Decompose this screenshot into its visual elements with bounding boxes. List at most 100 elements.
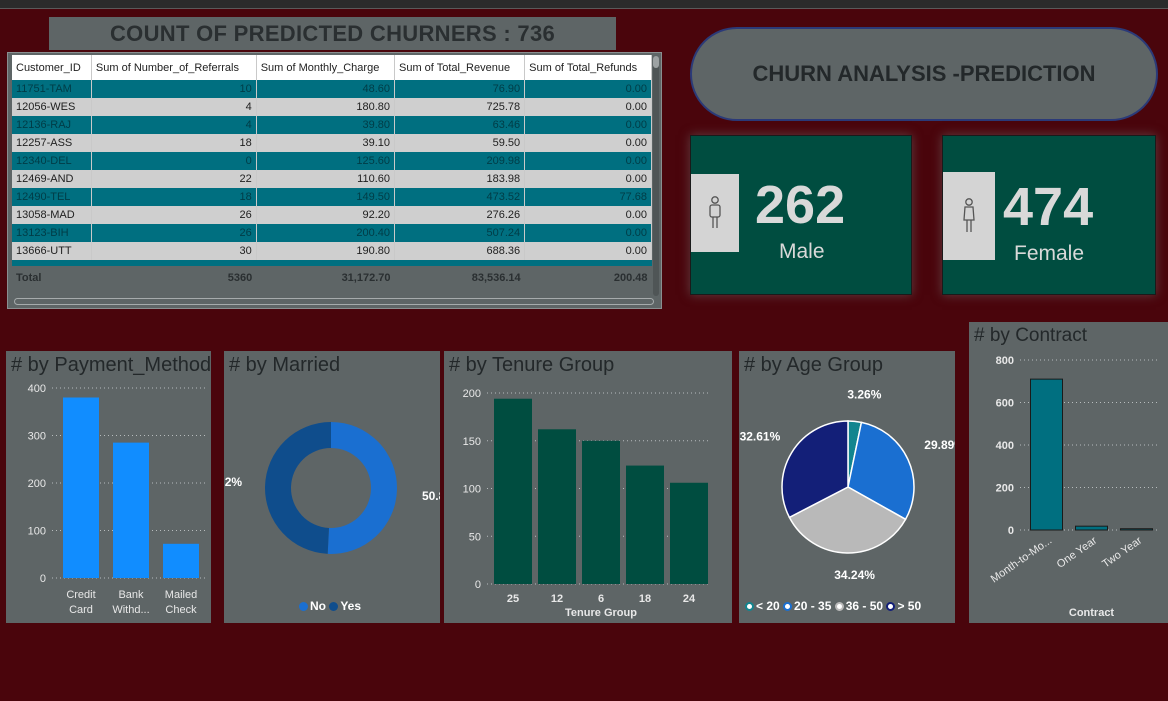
x-tick-label: Withd... (112, 604, 149, 616)
legend-item-under-20[interactable]: < 20 (745, 599, 780, 613)
legend-label: < 20 (756, 599, 780, 613)
table-cell: 26 (91, 206, 257, 224)
window-top-bar (0, 0, 1168, 8)
table-cell: 76.90 (394, 80, 526, 98)
window-top-line (0, 8, 1168, 9)
table-vertical-scrollbar[interactable] (653, 56, 659, 296)
y-tick-label: 200 (996, 483, 1014, 495)
slice-label: 3.26% (847, 387, 881, 401)
table-cell: 10 (91, 80, 257, 98)
table-row[interactable]: 12490-TEL 18 149.50 473.52 77.68 (12, 188, 652, 206)
table-cell: 12340-DEL (12, 152, 92, 170)
table-row[interactable]: 12340-DEL 0 125.60 209.98 0.00 (12, 152, 652, 170)
x-tick-label: Card (69, 604, 93, 616)
table-cell: 180.80 (256, 98, 396, 116)
column-header[interactable]: Sum of Monthly_Charge (256, 55, 396, 80)
payment-method-chart: 0 100 200 300 400 Credit Card Bank Withd... Maile… (28, 383, 206, 616)
legend-label-no: No (310, 599, 326, 613)
slice-label: 50.8% (422, 489, 440, 503)
married-donut-chart: 50.8% 49.2% (224, 422, 440, 554)
column-header[interactable]: Sum of Number_of_Referrals (91, 55, 257, 80)
legend-item-over-50[interactable]: > 50 (886, 599, 921, 613)
legend-dot-no (299, 602, 308, 611)
table-cell: 125.60 (256, 152, 396, 170)
tenure-group-card[interactable]: # by Tenure Group 0 50 100 150 200 25 12 6 18 24 T… (444, 351, 732, 623)
table-cell: 0.00 (524, 80, 652, 98)
slice-label: 49.2% (224, 475, 242, 489)
y-tick-label: 200 (463, 388, 481, 400)
female-kpi-card[interactable]: 474 Female (942, 135, 1156, 295)
x-tick-label: Bank (118, 589, 144, 601)
table-cell: 110.60 (256, 170, 396, 188)
slice-label: 32.61% (740, 429, 781, 443)
table-cell: 26 (91, 224, 257, 242)
table-cell: 473.52 (394, 188, 526, 206)
y-tick-label: 800 (996, 355, 1014, 367)
table-row[interactable]: 11751-TAM 10 48.60 76.90 0.00 (12, 80, 652, 98)
table-cell: 209.98 (394, 152, 526, 170)
column-header[interactable]: Customer_ID (12, 55, 92, 80)
table-cell: 12136-RAJ (12, 116, 92, 134)
column-header[interactable]: Sum of Total_Refunds (524, 55, 652, 80)
table-row[interactable]: 13123-BIH 26 200.40 507.24 0.00 (12, 224, 652, 242)
table-cell: 13058-MAD (12, 206, 92, 224)
total-cell: 5360 (91, 266, 257, 290)
scroll-thumb[interactable] (653, 56, 659, 68)
legend-item-36-50[interactable]: 36 - 50 (834, 599, 884, 613)
table-cell: 12056-WES (12, 98, 92, 116)
column-header[interactable]: Sum of Total_Revenue (394, 55, 526, 80)
table-cell: 0.00 (524, 224, 652, 242)
table-cell: 0.00 (524, 98, 652, 116)
pie-slice (265, 422, 331, 554)
table-row[interactable]: 12136-RAJ 4 39.80 63.46 0.00 (12, 116, 652, 134)
table-cell: 30 (91, 242, 257, 260)
total-cell: Total (12, 266, 92, 290)
table-cell: 59.50 (394, 134, 526, 152)
y-tick-label: 200 (28, 478, 46, 490)
total-cell: 83,536.14 (394, 266, 525, 290)
bar (582, 440, 620, 584)
x-tick-label: Check (165, 604, 197, 616)
churners-table-panel: Customer_ID Sum of Number_of_Referrals Sum… (7, 52, 662, 309)
female-count: 474 (1003, 177, 1094, 237)
payment-method-card[interactable]: # by Payment_Method 0 100 200 300 400 Credit C… (6, 351, 211, 623)
male-person-icon (709, 196, 721, 228)
table-cell: 0.00 (524, 170, 652, 188)
table-cell: 11751-TAM (12, 80, 92, 98)
table-cell: 13123-BIH (12, 224, 92, 242)
table-cell: 48.60 (256, 80, 396, 98)
table-cell: 200.40 (256, 224, 396, 242)
bar (1120, 528, 1153, 531)
male-icon-box (691, 174, 739, 252)
churners-table[interactable]: Customer_ID Sum of Number_of_Referrals Sum… (12, 55, 652, 290)
table-cell: 77.68 (524, 188, 652, 206)
table-row[interactable]: 13058-MAD 26 92.20 276.26 0.00 (12, 206, 652, 224)
table-row[interactable]: 13666-UTT 30 190.80 688.36 0.00 (12, 242, 652, 260)
table-cell: 63.46 (394, 116, 526, 134)
legend-item-yes[interactable]: Yes (329, 599, 361, 613)
male-count: 262 (755, 175, 846, 235)
table-horizontal-scrollbar[interactable] (14, 298, 654, 305)
table-cell: 0.00 (524, 206, 652, 224)
pie-slice (327, 422, 397, 554)
table-row[interactable]: 12469-AND 22 110.60 183.98 0.00 (12, 170, 652, 188)
male-kpi-card[interactable]: 262 Male (690, 135, 912, 295)
x-tick-label: 18 (639, 593, 651, 605)
legend-item-no[interactable]: No (299, 599, 326, 613)
married-card[interactable]: # by Married 50.8%49.2% No Yes (224, 351, 440, 623)
x-tick-label: 25 (507, 593, 519, 605)
slice-label: 29.89% (924, 438, 955, 452)
y-tick-label: 150 (463, 436, 481, 448)
contract-card[interactable]: # by Contract 0 200 400 600 800 Month-to-Mo..… (969, 322, 1168, 623)
legend-item-20-35[interactable]: 20 - 35 (783, 599, 831, 613)
table-row[interactable]: 12056-WES 4 180.80 725.78 0.00 (12, 98, 652, 116)
table-cell: 0.00 (524, 242, 652, 260)
table-cell: 92.20 (256, 206, 396, 224)
married-legend: No Yes (299, 599, 361, 613)
female-person-icon (963, 198, 975, 232)
legend-dot-yes (329, 602, 339, 611)
table-row[interactable]: 12257-ASS 18 39.10 59.50 0.00 (12, 134, 652, 152)
legend-label: 36 - 50 (845, 599, 884, 613)
age-group-card[interactable]: # by Age Group 3.26%29.89%34.24%32.61% <… (739, 351, 955, 623)
table-cell: 0.00 (524, 152, 652, 170)
